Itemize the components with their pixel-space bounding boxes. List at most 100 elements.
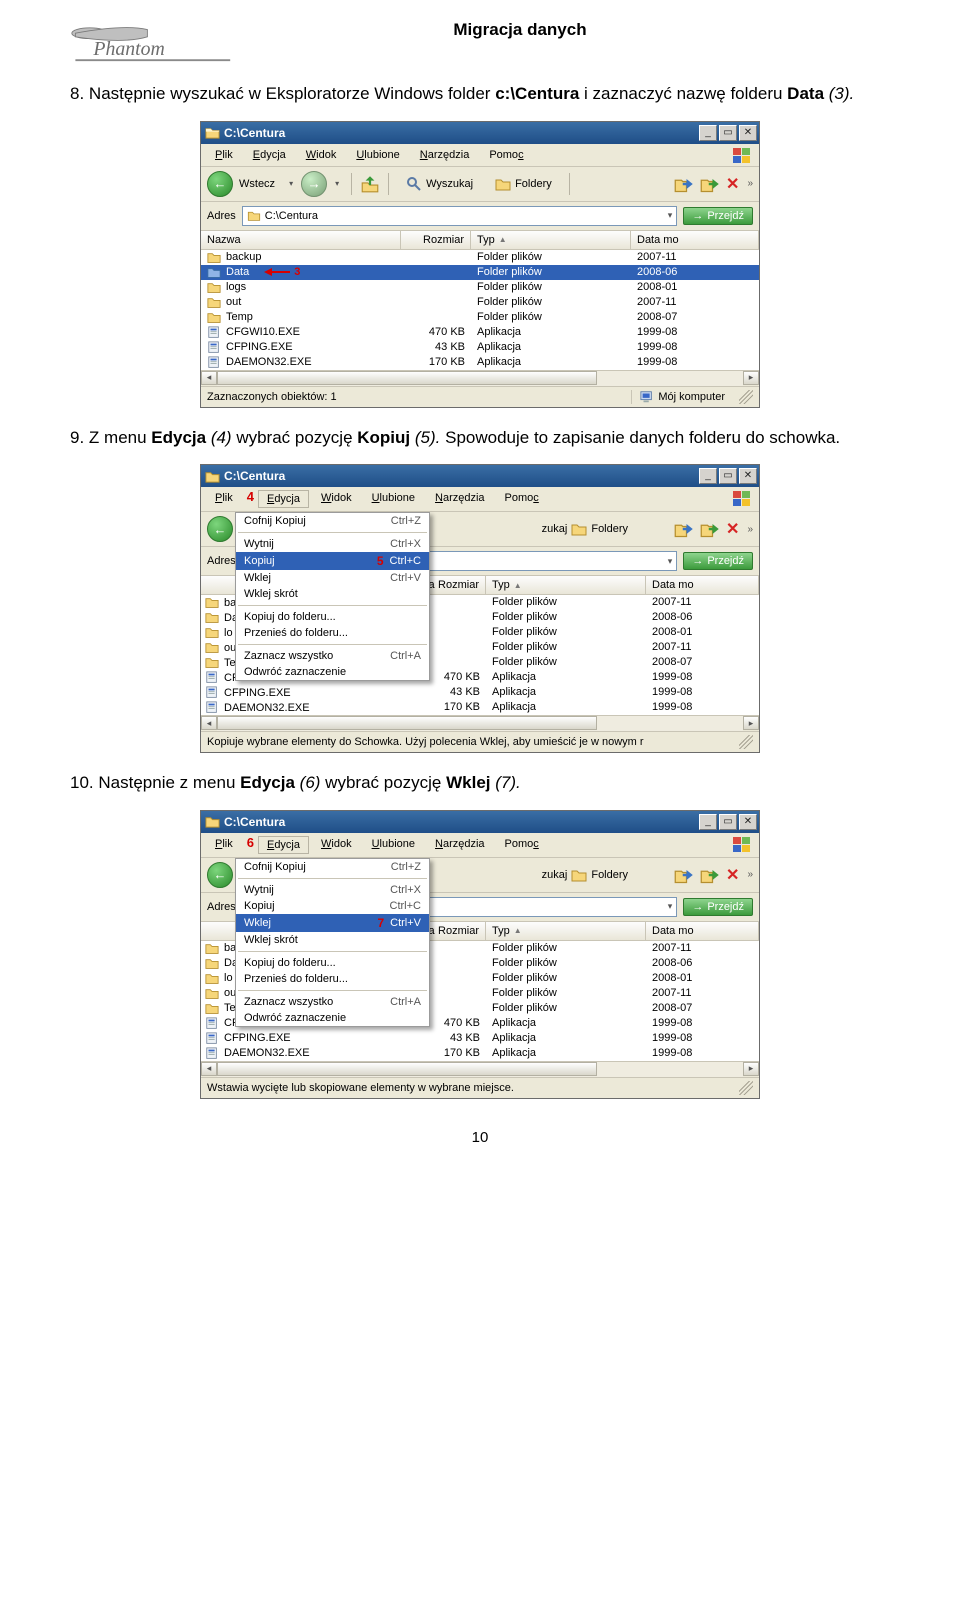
- move-to-icon[interactable]: [674, 865, 694, 885]
- delete-icon[interactable]: ✕: [726, 519, 739, 539]
- address-input[interactable]: C:\Centura ▾: [242, 206, 678, 226]
- horizontal-scrollbar[interactable]: ◂▸: [201, 715, 759, 731]
- menu-item[interactable]: Przenieś do folderu...: [236, 971, 429, 987]
- minimize-button[interactable]: _: [699, 125, 717, 141]
- forward-button[interactable]: →: [301, 171, 327, 197]
- windows-flag-icon: [731, 489, 753, 509]
- menu-item[interactable]: Wklej skrót: [236, 586, 429, 602]
- table-row[interactable]: outFolder plików2007-11: [201, 295, 759, 310]
- table-row[interactable]: Data3Folder plików2008-06: [201, 265, 759, 280]
- resize-grip[interactable]: [739, 1081, 753, 1095]
- titlebar[interactable]: C:\Centura _ ▭ ✕: [201, 122, 759, 144]
- menu-plik[interactable]: Plik: [207, 490, 241, 508]
- menu-pomoc[interactable]: Pomoc: [497, 490, 547, 508]
- table-row[interactable]: DAEMON32.EXE170 KBAplikacja1999-08: [201, 355, 759, 370]
- menu-widok[interactable]: Widok: [298, 147, 345, 163]
- menu-pomoc[interactable]: Pomoc: [497, 836, 547, 854]
- menu-edycja[interactable]: Edycja: [258, 490, 309, 508]
- col-nazwa: Nazwa: [201, 231, 401, 249]
- close-button[interactable]: ✕: [739, 468, 757, 484]
- menu-item[interactable]: WytnijCtrl+X: [236, 882, 429, 898]
- table-row[interactable]: TempFolder plików2008-07: [201, 310, 759, 325]
- menu-item[interactable]: WklejCtrl+V: [236, 570, 429, 586]
- move-to-icon[interactable]: [674, 519, 694, 539]
- menu-narzedzia[interactable]: Narzędzia: [412, 147, 478, 163]
- close-button[interactable]: ✕: [739, 814, 757, 830]
- table-row[interactable]: CFPING.EXE43 KBAplikacja1999-08: [201, 340, 759, 355]
- menu-item[interactable]: Kopiuj do folderu...: [236, 609, 429, 625]
- step-8: 8. Następnie wyszukać w Eksploratorze Wi…: [70, 82, 890, 107]
- menu-item[interactable]: Cofnij KopiujCtrl+Z: [236, 859, 429, 875]
- menu-plik[interactable]: Plik: [207, 147, 241, 163]
- copy-to-icon[interactable]: [700, 174, 720, 194]
- titlebar[interactable]: C:\Centura _ ▭ ✕: [201, 811, 759, 833]
- go-button[interactable]: → Przejdź: [683, 552, 753, 570]
- exe-icon: [205, 1032, 219, 1045]
- menu-item[interactable]: Zaznacz wszystkoCtrl+A: [236, 994, 429, 1010]
- go-button[interactable]: → Przejdź: [683, 898, 753, 916]
- menu-item[interactable]: Kopiuj5Ctrl+C: [236, 552, 429, 570]
- minimize-button[interactable]: _: [699, 468, 717, 484]
- close-button[interactable]: ✕: [739, 125, 757, 141]
- horizontal-scrollbar[interactable]: ◂▸: [201, 1061, 759, 1077]
- horizontal-scrollbar[interactable]: ◂▸: [201, 370, 759, 386]
- back-button[interactable]: ←: [207, 171, 233, 197]
- menu-edycja[interactable]: Edycja: [258, 836, 309, 854]
- titlebar[interactable]: C:\Centura _ ▭ ✕: [201, 465, 759, 487]
- folders-button[interactable]: Foldery: [486, 172, 561, 196]
- menu-item[interactable]: Przenieś do folderu...: [236, 625, 429, 641]
- menu-narzedzia[interactable]: Narzędzia: [427, 490, 493, 508]
- menu-ulubione[interactable]: Ulubione: [348, 147, 407, 163]
- menu-item[interactable]: Wklej7Ctrl+V: [236, 914, 429, 932]
- copy-to-icon[interactable]: [700, 865, 720, 885]
- table-row[interactable]: CFGWI10.EXE470 KBAplikacja1999-08: [201, 325, 759, 340]
- menu-widok[interactable]: Widok: [313, 836, 360, 854]
- resize-grip[interactable]: [739, 735, 753, 749]
- table-row[interactable]: logsFolder plików2008-01: [201, 280, 759, 295]
- delete-icon[interactable]: ✕: [726, 174, 739, 194]
- file-list: backupFolder plików2007-11Data3Folder pl…: [201, 250, 759, 370]
- menu-edycja[interactable]: Edycja: [245, 147, 294, 163]
- delete-icon[interactable]: ✕: [726, 865, 739, 885]
- maximize-button[interactable]: ▭: [719, 125, 737, 141]
- maximize-button[interactable]: ▭: [719, 468, 737, 484]
- move-to-icon[interactable]: [674, 174, 694, 194]
- folder-icon: [207, 251, 221, 264]
- table-row[interactable]: backupFolder plików2007-11: [201, 250, 759, 265]
- svg-text:Phantom: Phantom: [92, 38, 164, 60]
- table-row[interactable]: DAEMON32.EXE170 KBAplikacja1999-08: [201, 1046, 759, 1061]
- maximize-button[interactable]: ▭: [719, 814, 737, 830]
- menu-ulubione[interactable]: Ulubione: [364, 836, 423, 854]
- menu-item[interactable]: Zaznacz wszystkoCtrl+A: [236, 648, 429, 664]
- exe-icon: [205, 1047, 219, 1060]
- marker-4: 4: [247, 489, 254, 507]
- folder-icon: [205, 626, 219, 639]
- menu-item[interactable]: Cofnij KopiujCtrl+Z: [236, 513, 429, 529]
- status-right: Mój komputer: [631, 390, 725, 404]
- more-chevron-icon[interactable]: »: [747, 178, 753, 189]
- table-row[interactable]: DAEMON32.EXE170 KBAplikacja1999-08: [201, 700, 759, 715]
- minimize-button[interactable]: _: [699, 814, 717, 830]
- go-button[interactable]: → Przejdź: [683, 207, 753, 225]
- menu-item[interactable]: Wklej skrót: [236, 932, 429, 948]
- up-button[interactable]: [360, 174, 380, 194]
- menu-plik[interactable]: Plik: [207, 836, 241, 854]
- menu-item[interactable]: WytnijCtrl+X: [236, 536, 429, 552]
- table-row[interactable]: CFPING.EXE43 KBAplikacja1999-08: [201, 685, 759, 700]
- explorer-window-2: C:\Centura _ ▭ ✕ Plik 4 Edycja Widok Ulu…: [200, 464, 760, 753]
- menu-ulubione[interactable]: Ulubione: [364, 490, 423, 508]
- menu-narzedzia[interactable]: Narzędzia: [427, 836, 493, 854]
- menu-item[interactable]: KopiujCtrl+C: [236, 898, 429, 914]
- table-row[interactable]: CFPING.EXE43 KBAplikacja1999-08: [201, 1031, 759, 1046]
- menu-item[interactable]: Odwróć zaznaczenie: [236, 1010, 429, 1026]
- column-headers[interactable]: Nazwa Rozmiar Typ ▲ Data mo: [201, 231, 759, 250]
- resize-grip[interactable]: [739, 390, 753, 404]
- search-button[interactable]: Wyszukaj: [397, 172, 482, 196]
- copy-to-icon[interactable]: [700, 519, 720, 539]
- menu-widok[interactable]: Widok: [313, 490, 360, 508]
- menu-item[interactable]: Odwróć zaznaczenie: [236, 664, 429, 680]
- back-button[interactable]: ←: [207, 516, 233, 542]
- back-button[interactable]: ←: [207, 862, 233, 888]
- menu-item[interactable]: Kopiuj do folderu...: [236, 955, 429, 971]
- menu-pomoc[interactable]: Pomoc: [481, 147, 531, 163]
